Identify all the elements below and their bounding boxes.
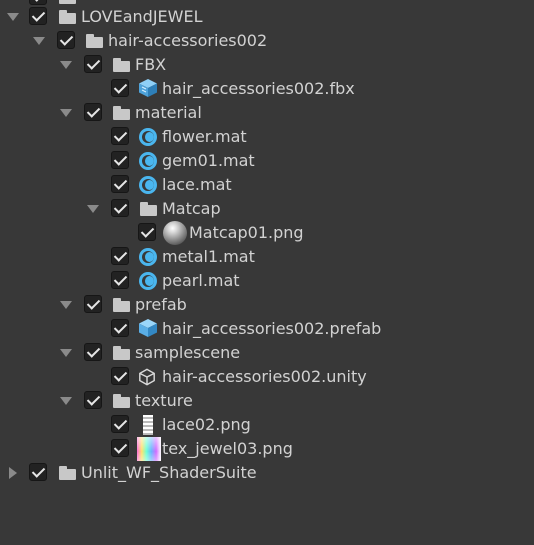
include-checkbox[interactable] xyxy=(29,7,47,25)
tree-item-label: flower.mat xyxy=(162,127,247,146)
include-checkbox[interactable] xyxy=(111,127,129,145)
include-checkbox[interactable] xyxy=(111,415,129,433)
tree-row-fbx[interactable]: FBX xyxy=(0,53,534,77)
tree-item-label: Matcap xyxy=(162,199,221,218)
expand-arrow-icon[interactable] xyxy=(59,53,73,77)
tree-row-hair-accessories002[interactable]: hair-accessories002 xyxy=(0,29,534,53)
lace-texture-icon xyxy=(143,415,153,435)
tree-item-label: Unlit_WF_ShaderSuite xyxy=(81,463,257,482)
tree-item-label: lace.mat xyxy=(162,175,232,194)
tree-row-material[interactable]: material xyxy=(0,101,534,125)
include-checkbox[interactable] xyxy=(111,439,129,457)
tree-item-label: texture xyxy=(135,391,193,410)
jewel-texture-icon xyxy=(137,437,161,461)
unity-scene-icon xyxy=(139,368,155,386)
tree-row-metal1-mat[interactable]: metal1.mat xyxy=(0,245,534,269)
tree-item-label: metal1.mat xyxy=(162,247,255,266)
folder-icon xyxy=(112,104,130,122)
tree-item-label: gem01.mat xyxy=(162,151,255,170)
tree-row-pearl-mat[interactable]: pearl.mat xyxy=(0,269,534,293)
include-checkbox[interactable] xyxy=(111,151,129,169)
tree-item-label: tex_jewel03.png xyxy=(162,439,293,458)
tree-row-prefab[interactable]: prefab xyxy=(0,293,534,317)
tree-item-label: hair_accessories002.fbx xyxy=(162,79,355,98)
tree-row-matcap[interactable]: Matcap xyxy=(0,197,534,221)
tree-item-label: material xyxy=(135,103,202,122)
tree-row-lace02-png[interactable]: lace02.png xyxy=(0,413,534,437)
expand-arrow-icon[interactable] xyxy=(6,461,20,485)
tree-item-label: hair-accessories002.unity xyxy=(162,367,367,386)
include-checkbox[interactable] xyxy=(84,55,102,73)
material-icon xyxy=(139,152,157,170)
tree-item-label: hair-accessories002 xyxy=(108,31,268,50)
model-prefab-icon xyxy=(139,79,157,97)
include-checkbox[interactable] xyxy=(111,199,129,217)
tree-row-samplescene[interactable]: samplescene xyxy=(0,341,534,365)
prefab-icon xyxy=(139,319,157,337)
folder-icon xyxy=(85,32,103,50)
material-icon xyxy=(139,248,157,266)
include-checkbox[interactable] xyxy=(57,31,75,49)
folder-icon xyxy=(139,200,157,218)
include-checkbox[interactable] xyxy=(111,175,129,193)
tree-row-unlit-wf-shadersuite[interactable]: Unlit_WF_ShaderSuite xyxy=(0,461,534,485)
tree-row-matcap01-png[interactable]: Matcap01.png xyxy=(0,221,534,245)
folder-icon xyxy=(112,296,130,314)
folder-icon xyxy=(58,464,76,482)
expand-arrow-icon[interactable] xyxy=(59,293,73,317)
include-checkbox[interactable] xyxy=(84,343,102,361)
include-checkbox[interactable] xyxy=(111,79,129,97)
include-checkbox[interactable] xyxy=(29,463,47,481)
include-checkbox[interactable] xyxy=(84,295,102,313)
tree-row-prefab-file[interactable]: hair_accessories002.prefab xyxy=(0,317,534,341)
tree-item-label: LOVEandJEWEL xyxy=(81,7,203,26)
folder-icon xyxy=(112,344,130,362)
tree-row-loveandjewel[interactable]: LOVEandJEWEL xyxy=(0,5,534,29)
expand-arrow-icon[interactable] xyxy=(59,101,73,125)
folder-icon xyxy=(58,8,76,26)
tree-item-label: pearl.mat xyxy=(162,271,240,290)
asset-tree: LOVEandJEWEL hair-accessories002 FBX hai… xyxy=(0,0,534,485)
expand-arrow-icon[interactable] xyxy=(86,197,100,221)
tree-item-label: prefab xyxy=(135,295,187,314)
material-icon xyxy=(139,176,157,194)
tree-item-label: hair_accessories002.prefab xyxy=(162,319,382,338)
tree-row-gem01-mat[interactable]: gem01.mat xyxy=(0,149,534,173)
tree-item-label: lace02.png xyxy=(162,415,251,434)
tree-row-lace-mat[interactable]: lace.mat xyxy=(0,173,534,197)
expand-arrow-icon[interactable] xyxy=(32,29,46,53)
folder-icon xyxy=(112,56,130,74)
tree-item-label: FBX xyxy=(135,55,167,74)
matcap-texture-icon xyxy=(163,221,187,245)
tree-item-label: samplescene xyxy=(135,343,241,362)
material-icon xyxy=(139,128,157,146)
tree-row-tex-jewel03-png[interactable]: tex_jewel03.png xyxy=(0,437,534,461)
include-checkbox[interactable] xyxy=(111,271,129,289)
include-checkbox[interactable] xyxy=(111,247,129,265)
include-checkbox[interactable] xyxy=(111,367,129,385)
tree-row-fbx-file[interactable]: hair_accessories002.fbx xyxy=(0,77,534,101)
expand-arrow-icon[interactable] xyxy=(59,341,73,365)
include-checkbox[interactable] xyxy=(84,391,102,409)
tree-row-unity-scene[interactable]: hair-accessories002.unity xyxy=(0,365,534,389)
tree-row-texture[interactable]: texture xyxy=(0,389,534,413)
include-checkbox[interactable] xyxy=(84,103,102,121)
include-checkbox[interactable] xyxy=(111,319,129,337)
expand-arrow-icon[interactable] xyxy=(6,5,20,29)
include-checkbox[interactable] xyxy=(138,223,156,241)
tree-item-label: Matcap01.png xyxy=(189,223,304,242)
material-icon xyxy=(139,272,157,290)
folder-icon xyxy=(112,392,130,410)
expand-arrow-icon[interactable] xyxy=(59,389,73,413)
tree-row-flower-mat[interactable]: flower.mat xyxy=(0,125,534,149)
